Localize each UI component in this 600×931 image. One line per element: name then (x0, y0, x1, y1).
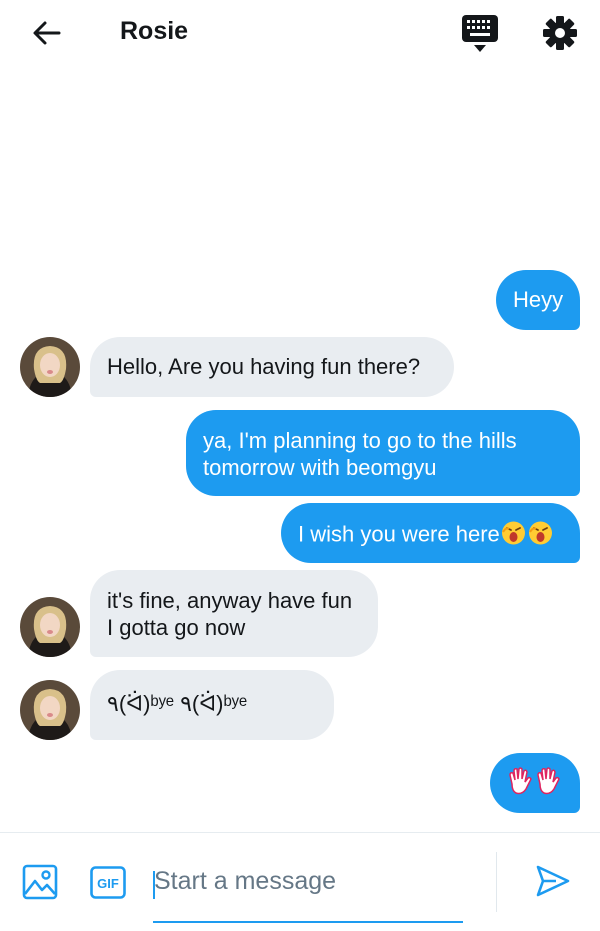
sent-message[interactable]: I wish you were here (281, 503, 580, 563)
screaming-face-emoji (500, 519, 527, 552)
composer-divider (496, 852, 497, 912)
screaming-face-emoji (527, 519, 554, 552)
message-text: I wish you were here (298, 521, 500, 547)
waving-hand-emoji (534, 766, 562, 802)
back-arrow-icon[interactable] (28, 14, 66, 52)
received-message[interactable]: Hello, Are you having fun there? (90, 337, 454, 397)
waving-hand-emoji (506, 766, 534, 802)
avatar[interactable] (20, 337, 80, 397)
message-text: it's fine, anyway have fun I gotta go no… (107, 588, 353, 640)
text-cursor (153, 871, 155, 899)
message-composer: GIF (0, 832, 600, 931)
message-text: ya, I'm planning to go to the hills tomo… (203, 428, 517, 480)
chat-header: Rosie (0, 0, 600, 66)
message-text: Heyy (513, 287, 564, 312)
sent-message[interactable] (490, 753, 580, 813)
gear-icon[interactable] (540, 13, 580, 53)
input-underline (153, 921, 463, 923)
image-icon[interactable] (22, 864, 58, 900)
gif-icon[interactable]: GIF (90, 866, 126, 899)
message-input[interactable] (152, 859, 464, 903)
avatar[interactable] (20, 680, 80, 740)
received-message[interactable]: ٩(ᐛ)ᵇʸᵉ ٩(ᐛ)ᵇʸᵉ (90, 670, 334, 740)
gif-label: GIF (97, 876, 119, 891)
sent-message[interactable]: ya, I'm planning to go to the hills tomo… (186, 410, 580, 496)
message-text: ٩(ᐛ)ᵇʸᵉ ٩(ᐛ)ᵇʸᵉ (107, 691, 247, 716)
send-icon[interactable] (534, 862, 572, 900)
sent-message[interactable]: Heyy (496, 270, 580, 330)
conversation-title[interactable]: Rosie (120, 17, 188, 46)
received-message[interactable]: it's fine, anyway have fun I gotta go no… (90, 570, 378, 657)
avatar[interactable] (20, 597, 80, 657)
keyboard-icon[interactable] (458, 12, 502, 54)
message-text: Hello, Are you having fun there? (107, 354, 421, 379)
